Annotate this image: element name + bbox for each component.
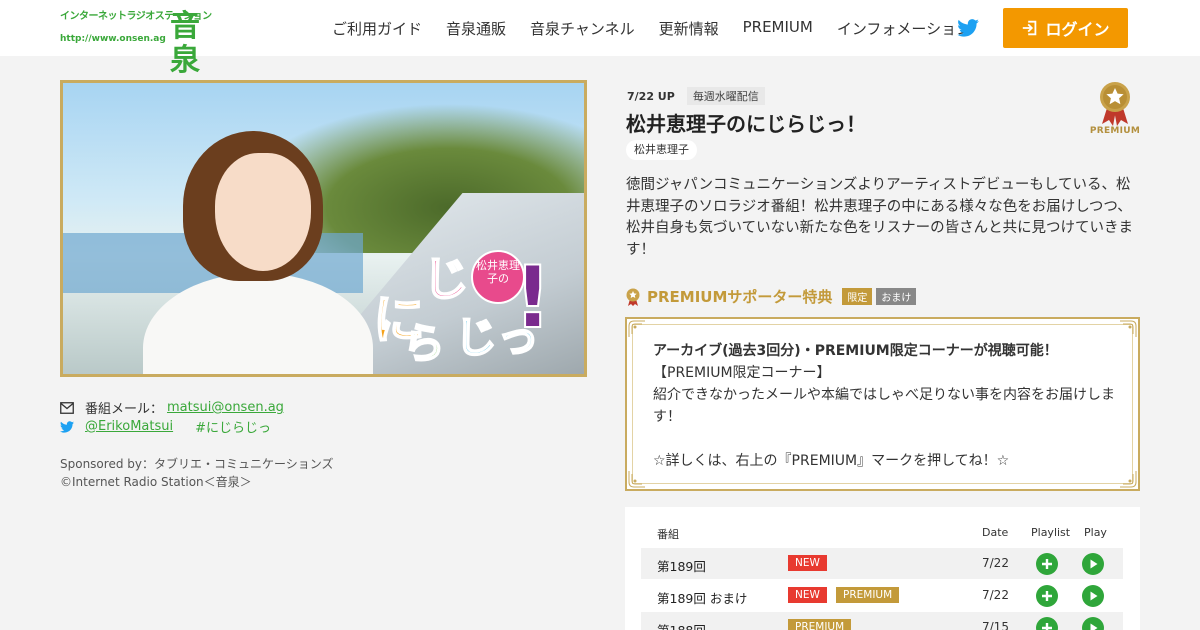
twitter-icon[interactable] [957, 19, 979, 37]
premium-medal-small-icon [626, 288, 640, 306]
add-to-playlist-button[interactable] [1036, 553, 1058, 575]
copyright-line: ©Internet Radio Station＜音泉＞ [60, 475, 252, 489]
perk-headline: アーカイブ(過去3回分)・PREMIUM限定コーナーが視聴可能！ [653, 343, 1058, 359]
bonus-tag: おまけ [876, 288, 917, 305]
add-to-playlist-button[interactable] [1036, 585, 1058, 607]
mail-row: 番組メール： matsui@onsen.ag [60, 398, 284, 417]
twitter-icon [60, 420, 74, 433]
program-logo-badge: 松井恵理子の [471, 250, 525, 304]
play-icon [1090, 591, 1098, 601]
logo-wordmark: 音泉 [170, 9, 200, 78]
hero-face [215, 153, 311, 271]
limited-tag: 限定 [842, 288, 873, 305]
onsen-logo[interactable]: インターネットラジオステーション http://www.onsen.ag 音泉 [60, 10, 216, 78]
program-logo: ! に じ ら じっ 松井恵理子の [363, 238, 573, 369]
login-button[interactable]: ログイン [1003, 8, 1128, 48]
twitter-row: @ErikoMatsui #にじらじっ [60, 417, 284, 436]
nav-premium[interactable]: PREMIUM [743, 18, 813, 39]
episode-row[interactable]: 第188回 PREMIUM 7/15 [641, 612, 1123, 630]
program-key-visual: ! に じ ら じっ 松井恵理子の [60, 80, 587, 377]
episode-row[interactable]: 第189回 おまけ NEW PREMIUM 7/22 [641, 580, 1123, 611]
perk-corner-title: 【PREMIUM限定コーナー】 [653, 365, 831, 381]
mail-link[interactable]: matsui@onsen.ag [167, 400, 284, 415]
program-logo-jiltu: じっ [454, 312, 540, 363]
program-logo-ji: じ [422, 251, 470, 307]
col-header-program: 番組 [657, 528, 679, 541]
episode-date: 7/22 [982, 556, 1009, 570]
add-to-playlist-button[interactable] [1036, 617, 1058, 630]
ornament-corner-icon [1120, 471, 1137, 488]
program-logo-ra: ら [402, 318, 446, 369]
new-badge: NEW [788, 587, 827, 603]
login-icon [1023, 20, 1037, 36]
col-header-playlist: Playlist [1031, 526, 1071, 539]
play-icon [1090, 623, 1098, 630]
login-label: ログイン [1045, 20, 1110, 39]
program-contact: 番組メール： matsui@onsen.ag @ErikoMatsui #にじら… [60, 398, 284, 436]
new-badge: NEW [788, 555, 827, 571]
premium-perk-box: アーカイブ(過去3回分)・PREMIUM限定コーナーが視聴可能！ 【PREMIU… [625, 317, 1140, 491]
premium-perk-header: PREMIUMサポーター特典 限定 おまけ [625, 286, 917, 307]
plus-icon [1042, 559, 1052, 569]
episode-list: 番組 Date Playlist Play 第189回 NEW 7/22 第18… [625, 507, 1140, 630]
episode-name: 第189回 おまけ [657, 591, 748, 606]
hashtag-link[interactable]: #にじらじっ [195, 417, 271, 436]
twitter-link[interactable]: @ErikoMatsui [85, 419, 173, 434]
personality-tag[interactable]: 松井恵理子 [626, 140, 697, 160]
ornament-corner-icon [628, 320, 645, 337]
main-nav: ご利用ガイド 音泉通販 音泉チャンネル 更新情報 PREMIUM インフォメーシ… [332, 18, 995, 39]
premium-badge-small: PREMIUM [836, 587, 900, 603]
premium-medal-icon [1100, 82, 1130, 126]
program-description: 徳間ジャパンコミュニケーションズよりアーティストデビューもしている、松井恵理子の… [626, 177, 1134, 258]
premium-perk-text: アーカイブ(過去3回分)・PREMIUM限定コーナーが視聴可能！ 【PREMIU… [653, 340, 1118, 472]
nav-information[interactable]: インフォメーション [837, 18, 971, 39]
play-button[interactable] [1082, 585, 1104, 607]
nav-shop[interactable]: 音泉通販 [446, 18, 506, 39]
episode-date: 7/15 [982, 620, 1009, 630]
site-header: インターネットラジオステーション http://www.onsen.ag 音泉 … [0, 0, 1200, 78]
premium-badge[interactable]: PREMIUM [1088, 80, 1142, 138]
premium-badge-label: PREMIUM [1089, 126, 1141, 136]
logo-url: http://www.onsen.ag [60, 34, 166, 44]
nav-channel[interactable]: 音泉チャンネル [530, 18, 635, 39]
mail-label: 番組メール： [85, 402, 164, 417]
update-date: 7/22 UP [627, 89, 675, 103]
episode-name: 第189回 [657, 559, 706, 574]
program-title: 松井恵理子のにじらじっ！ [626, 112, 866, 136]
hero-shirt [143, 273, 373, 374]
episode-name: 第188回 [657, 620, 706, 630]
ornament-corner-icon [1120, 320, 1137, 337]
sponsor-info: Sponsored by：タブリエ・コミュニケーションズ ©Internet R… [60, 455, 334, 491]
schedule-badge: 毎週水曜配信 [686, 87, 765, 105]
plus-icon [1042, 591, 1052, 601]
nav-updates[interactable]: 更新情報 [659, 18, 719, 39]
perk-note: ☆詳しくは、右上の『PREMIUM』マークを押してね！☆ [653, 453, 1010, 469]
mail-icon [60, 401, 74, 414]
premium-badge-small: PREMIUM [788, 619, 852, 630]
perk-corner-desc: 紹介できなかったメールや本編ではしゃべ足りない事を内容をお届けします！ [653, 387, 1115, 425]
program-meta: 7/22 UP 毎週水曜配信 [627, 87, 765, 105]
episode-row[interactable]: 第189回 NEW 7/22 [641, 548, 1123, 579]
sponsor-line: Sponsored by：タブリエ・コミュニケーションズ [60, 457, 334, 471]
premium-perk-title: PREMIUMサポーター特典 [647, 288, 833, 306]
perk-spacer [653, 428, 1118, 450]
col-header-play: Play [1084, 526, 1107, 539]
episode-date: 7/22 [982, 588, 1009, 602]
play-button[interactable] [1082, 617, 1104, 630]
hero-personality-photo [123, 123, 373, 374]
nav-guide[interactable]: ご利用ガイド [332, 18, 422, 39]
play-button[interactable] [1082, 553, 1104, 575]
ornament-corner-icon [628, 471, 645, 488]
plus-icon [1042, 623, 1052, 630]
col-header-date: Date [982, 526, 1009, 539]
play-icon [1090, 559, 1098, 569]
